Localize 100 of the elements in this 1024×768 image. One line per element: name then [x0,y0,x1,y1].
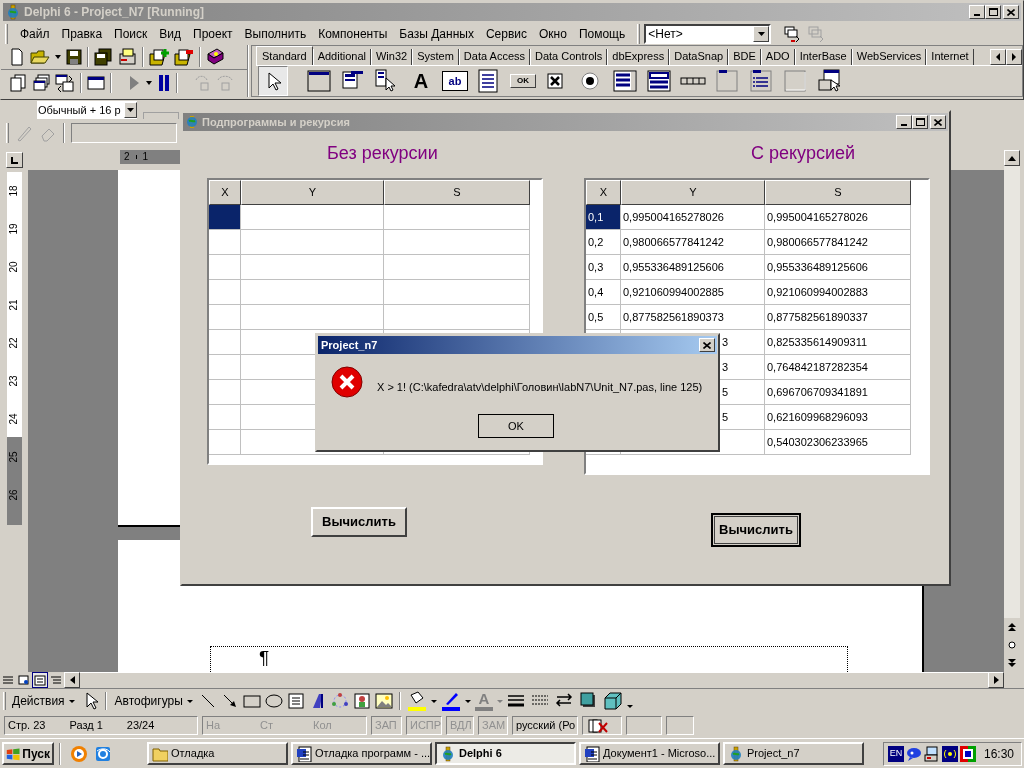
toggle-form-icon[interactable] [55,73,75,92]
palette-tab[interactable]: Data Access [458,49,530,65]
dropdown-caret-icon[interactable] [464,699,471,703]
grid-cell[interactable] [209,230,241,255]
menu-item[interactable]: Поиск [108,24,154,43]
palette-tab[interactable]: ADO [760,49,795,65]
grid-cell[interactable] [384,280,530,305]
menu-item[interactable]: Окно [533,24,573,43]
stacked-floppies-icon[interactable] [94,48,112,66]
calculate-button[interactable]: Вычислить [311,507,407,537]
grid-cell[interactable]: 0,696706709341891 [765,380,911,405]
palette-tab[interactable]: InterBase [794,49,852,65]
menu-item[interactable]: Сервис [479,24,533,43]
scroll-right-button[interactable] [1006,49,1022,65]
grid-cell[interactable]: 0,995004165278026 [765,205,911,230]
grid-cell[interactable]: 0,877582561890337 [765,305,911,330]
start-button[interactable]: Пуск [2,742,54,765]
color-app-icon[interactable] [960,745,976,762]
grid-cell[interactable] [209,430,241,455]
grid-cell[interactable] [384,255,530,280]
dropdown-caret-icon[interactable] [626,704,633,708]
diagram-icon[interactable] [330,692,349,710]
grid-cell[interactable]: 0,955336489125606 [621,255,765,280]
grid-cell[interactable] [241,305,384,330]
ok-button[interactable]: OK [478,414,554,438]
save-desktop-icon[interactable] [783,24,802,43]
grid-cell[interactable]: 0,1 [586,205,621,230]
speech-bubble-icon[interactable] [906,745,922,762]
scroll-up-button[interactable] [1004,150,1020,166]
minimize-button[interactable] [969,5,985,19]
maximize-button[interactable] [912,115,928,129]
grid-cell[interactable]: 0,3 [586,255,621,280]
grid-cell[interactable]: 0,921060994002883 [765,280,911,305]
new-file-icon[interactable] [9,48,25,66]
run-icon[interactable] [127,73,141,92]
add-file-icon[interactable] [149,48,169,66]
pointer-icon[interactable] [84,692,99,710]
taskbar-button[interactable]: Документ1 - Microso... [579,742,720,765]
grid-cell[interactable]: 0,980066577841242 [621,230,765,255]
menu-item[interactable]: Помощь [572,24,632,43]
view-form-icon[interactable] [32,73,50,92]
maximize-button[interactable] [985,5,1001,19]
palette-tab[interactable]: BDE [728,49,761,65]
grid-cell[interactable] [384,205,530,230]
button-component[interactable]: OK [510,74,536,88]
grid-cell[interactable] [241,205,384,230]
scroll-left-button[interactable] [990,49,1006,65]
label-component[interactable]: A [408,68,434,94]
palette-tab[interactable]: Win32 [371,49,413,65]
view-button[interactable] [16,672,32,688]
view-unit-icon[interactable] [9,73,27,92]
grid-cell[interactable] [384,305,530,330]
grid-cell[interactable]: 0,2 [586,230,621,255]
style-combo[interactable]: Обычный + 16 р [37,101,137,119]
grid-cell[interactable] [384,230,530,255]
grid-cell[interactable]: 0,825335614909311 [765,330,911,355]
grid-cell[interactable]: 0,540302306233965 [765,430,911,455]
close-button[interactable] [1003,5,1019,19]
grid-cell[interactable]: 0,877582561890373 [621,305,765,330]
fill-bucket-icon[interactable] [406,691,427,711]
wireless-icon[interactable] [942,745,958,762]
grid-cell[interactable] [209,355,241,380]
menu-item[interactable]: Базы Данных [393,24,480,43]
scroll-right-button[interactable] [988,672,1004,688]
tab-stop-button[interactable] [5,152,23,168]
toolbar-field[interactable] [71,123,177,143]
menu-item[interactable]: Выполнить [238,24,313,43]
grid-cell[interactable]: 0,980066577841242 [765,230,911,255]
menu-item[interactable]: Правка [55,24,109,43]
palette-tab[interactable]: Standard [256,46,313,65]
configuration-combo[interactable]: <Нет> [644,23,772,44]
grid-cell[interactable] [241,280,384,305]
palette-tab[interactable]: dbExpress [607,49,670,65]
oval-icon[interactable] [264,692,283,710]
network-icon[interactable] [924,745,940,762]
actions-menu[interactable]: Действия [10,692,77,710]
menu-item[interactable]: Компоненты [312,24,394,43]
palette-tab[interactable]: Data Controls [530,49,608,65]
taskbar-button[interactable]: Project_n7 [723,742,864,765]
grid-cell[interactable] [209,305,241,330]
language-indicator[interactable]: EN [888,745,904,762]
help-book-icon[interactable] [206,48,224,66]
palette-tab[interactable]: System [412,49,459,65]
clip-art-icon[interactable] [352,692,371,710]
grid-cell[interactable] [209,255,241,280]
open-folder-icon[interactable] [30,49,50,65]
taskbar-button[interactable]: Отладка программ - ... [291,742,432,765]
palette-tab[interactable]: WebServices [851,49,927,65]
remove-file-icon[interactable] [174,48,194,66]
text-box-icon[interactable] [286,692,305,710]
three-d-icon[interactable] [602,691,623,711]
pause-icon[interactable] [157,73,171,92]
calculate-button[interactable]: Вычислить [711,513,801,547]
grid-cell[interactable]: 0,921060994002885 [621,280,765,305]
browser-icon[interactable] [94,744,112,763]
close-button[interactable] [930,115,946,129]
palette-tab[interactable]: DataSnap [669,49,729,65]
grid-cell[interactable] [209,405,241,430]
grid-cell[interactable] [209,280,241,305]
picture-icon[interactable] [374,692,393,710]
